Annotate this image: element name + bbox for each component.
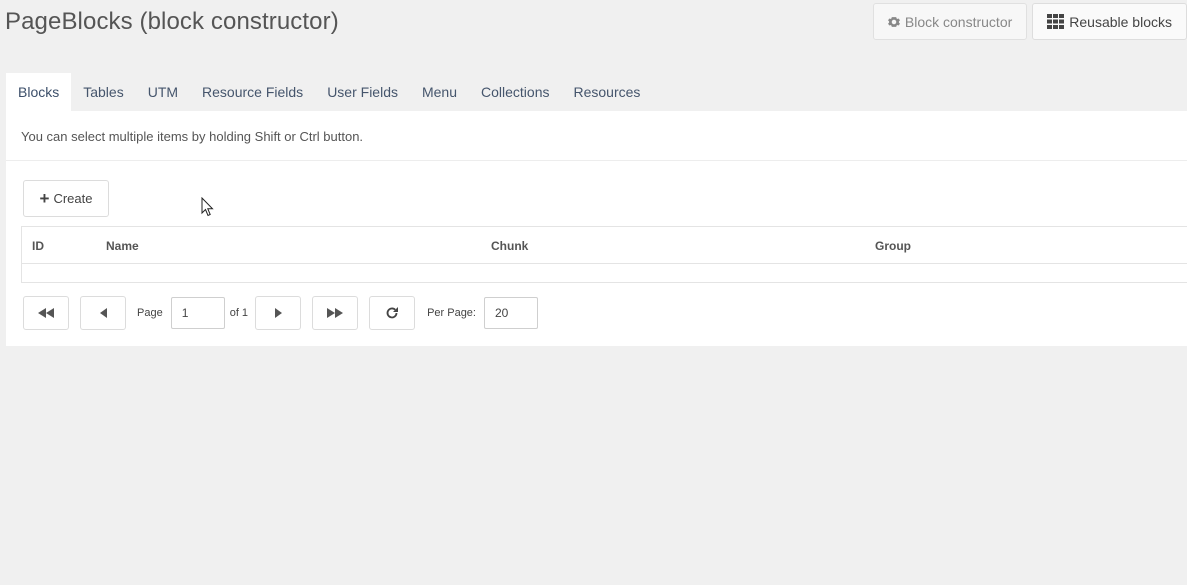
page-label: Page — [137, 306, 163, 319]
tab-blocks[interactable]: Blocks — [6, 73, 72, 111]
header-actions: Block constructor Reusable blocks — [868, 3, 1187, 40]
refresh-icon — [386, 306, 399, 318]
mouse-cursor-icon — [201, 197, 214, 217]
tab-resource-fields[interactable]: Resource Fields — [190, 73, 315, 111]
column-header-chunk[interactable]: Chunk — [491, 239, 528, 253]
gear-icon — [887, 16, 900, 27]
right-icon — [274, 307, 282, 318]
tab-tables[interactable]: Tables — [71, 73, 135, 111]
blocks-panel: You can select multiple items by holding… — [6, 111, 1187, 346]
create-button[interactable]: + Create — [23, 180, 109, 217]
previous-page-button[interactable] — [80, 295, 126, 330]
page-number-input[interactable] — [170, 296, 225, 329]
plus-icon: + — [39, 189, 50, 208]
block-constructor-label: Block constructor — [904, 13, 1013, 30]
last-page-button[interactable] — [312, 295, 359, 330]
block-constructor-button[interactable]: Block constructor — [872, 3, 1028, 40]
column-header-group[interactable]: Group — [875, 239, 911, 253]
per-page-label: Per Page: — [427, 306, 476, 319]
reusable-blocks-label: Reusable blocks — [1069, 13, 1172, 30]
page-title: PageBlocks (block constructor) — [5, 8, 339, 35]
blocks-grid: ID Name Chunk Group — [21, 226, 1187, 283]
selection-hint: You can select multiple items by holding… — [6, 111, 1187, 161]
column-header-id[interactable]: ID — [32, 239, 44, 253]
tab-menu[interactable]: Menu — [410, 73, 469, 111]
tab-collections[interactable]: Collections — [469, 73, 561, 111]
next-page-button[interactable] — [255, 295, 302, 330]
tab-user-fields[interactable]: User Fields — [315, 73, 410, 111]
tab-bar: Blocks Tables UTM Resource Fields User F… — [6, 73, 652, 111]
tab-utm[interactable]: UTM — [136, 73, 190, 111]
per-page-input[interactable] — [483, 296, 538, 329]
left-icon — [99, 307, 107, 318]
pagination-toolbar: Page of 1 Per Page: — [23, 295, 538, 330]
first-page-button[interactable] — [23, 295, 69, 330]
create-label: Create — [53, 191, 93, 206]
grid-icon — [1047, 14, 1065, 29]
page-count-label: of 1 — [229, 306, 249, 319]
grid-body — [22, 264, 1187, 282]
refresh-button[interactable] — [369, 295, 416, 330]
double-left-icon — [38, 307, 54, 318]
tab-resources[interactable]: Resources — [562, 73, 653, 111]
column-header-name[interactable]: Name — [106, 239, 139, 253]
double-right-icon — [327, 307, 344, 318]
reusable-blocks-button[interactable]: Reusable blocks — [1032, 3, 1187, 40]
grid-header: ID Name Chunk Group — [22, 227, 1187, 264]
